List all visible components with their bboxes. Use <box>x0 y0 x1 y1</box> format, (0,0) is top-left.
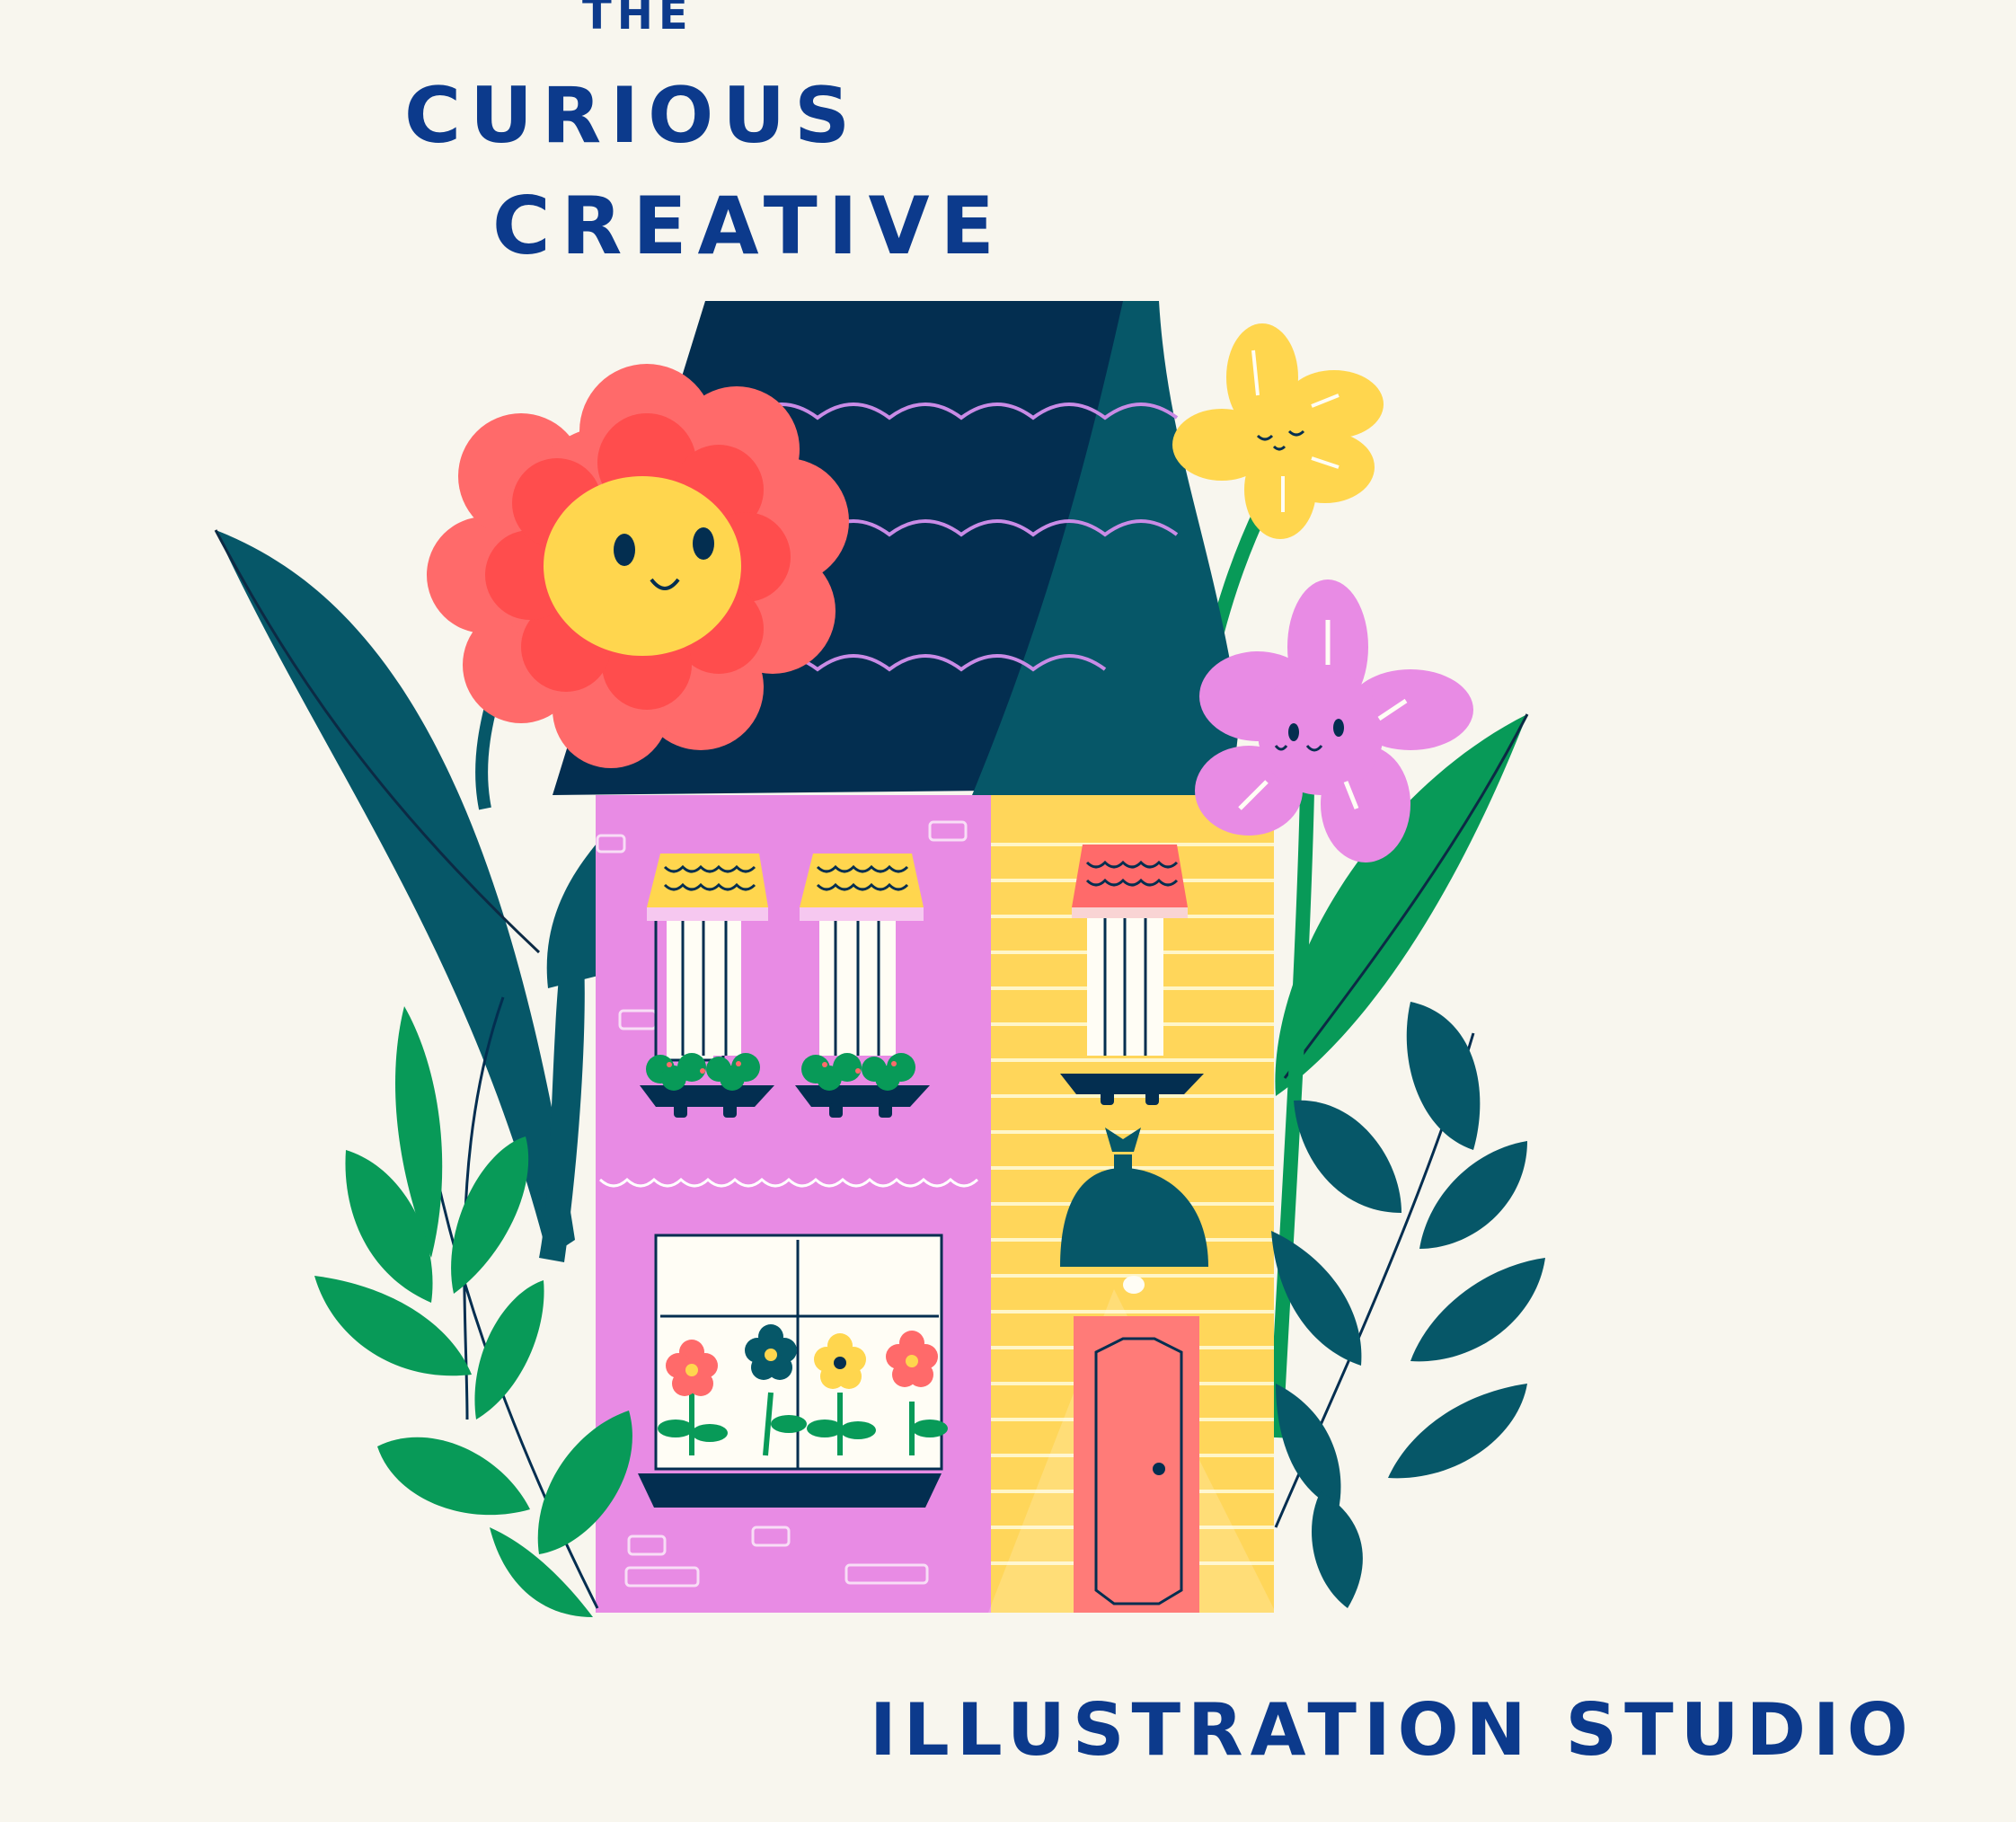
left-green-sprigs-icon <box>314 996 632 1617</box>
right-teal-sprigs-icon <box>1271 1002 1545 1608</box>
house-illustration <box>214 301 1545 1617</box>
front-door <box>1074 1316 1199 1613</box>
yellow-smiling-flower-icon <box>1172 323 1384 539</box>
tagline: ILLUSTRATION STUDIO <box>870 1688 1915 1772</box>
lower-window <box>638 1234 948 1508</box>
